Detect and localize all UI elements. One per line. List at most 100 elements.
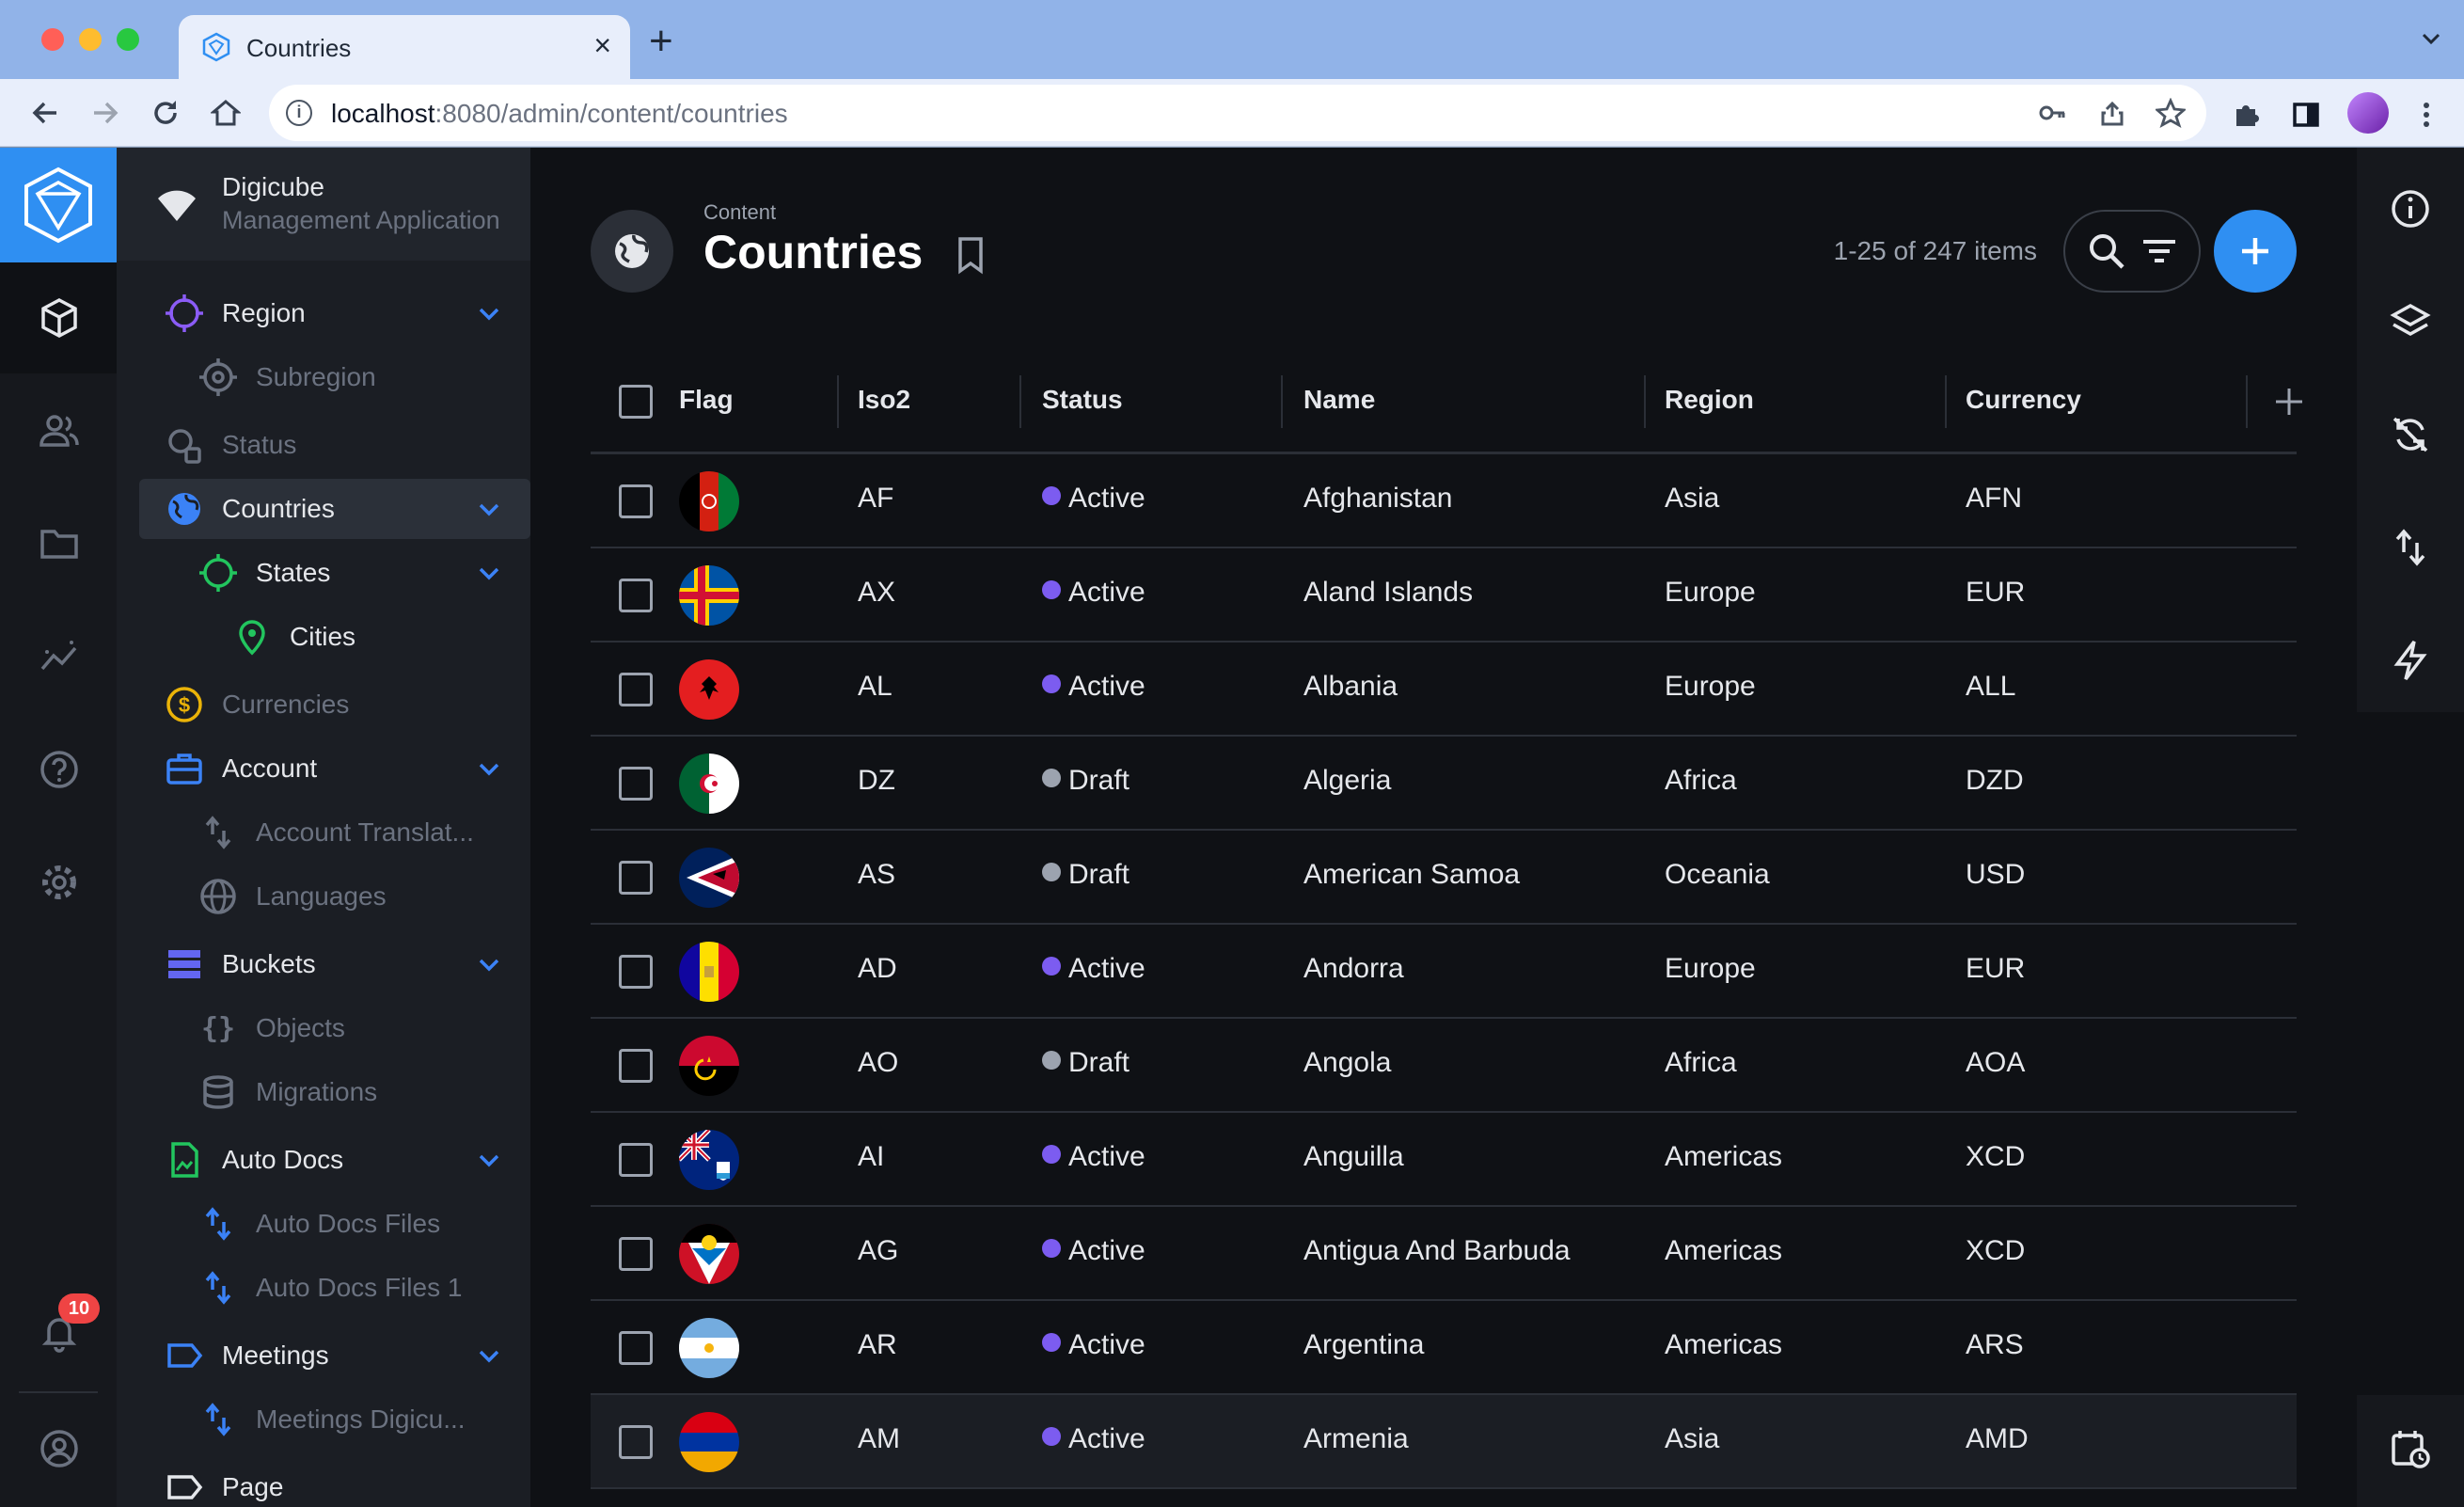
chevron-down-icon[interactable] [476,755,502,782]
column-divider[interactable] [1019,375,1021,428]
key-icon[interactable] [2037,98,2067,128]
content-cube-icon[interactable] [38,296,81,340]
import-export-icon[interactable] [2389,526,2432,569]
bookmark-icon[interactable] [952,234,989,276]
nav-item-countries[interactable]: Countries [164,479,502,539]
reload-button[interactable] [147,94,184,132]
nav-item-meetings-digicube[interactable]: Meetings Digicu... [197,1389,502,1450]
site-info-icon[interactable]: i [286,100,312,126]
nav-item-auto-docs-files[interactable]: Auto Docs Files [197,1194,502,1254]
nav-item-status[interactable]: Status [164,415,502,475]
search-icon[interactable] [2086,230,2127,272]
browser-tab[interactable]: Countries × [179,15,630,79]
column-divider[interactable] [837,375,839,428]
chevron-down-icon[interactable] [476,560,502,586]
table-row[interactable]: AS Draft American Samoa Oceania USD [591,831,2297,925]
column-header-flag[interactable]: Flag [679,385,734,415]
settings-gear-icon[interactable] [38,861,81,904]
column-header-name[interactable]: Name [1303,385,1375,415]
row-checkbox[interactable] [619,861,653,895]
table-row[interactable]: AD Active Andorra Europe EUR [591,925,2297,1019]
extensions-puzzle-icon[interactable] [2231,100,2261,130]
share-icon[interactable] [2097,98,2127,128]
sync-disabled-icon[interactable] [2389,413,2432,456]
nav-item-languages[interactable]: Languages [197,866,502,927]
row-checkbox[interactable] [619,1237,653,1271]
table-row[interactable]: AO Draft Angola Africa AOA [591,1019,2297,1113]
nav-item-auto-docs-files-1[interactable]: Auto Docs Files 1 [197,1258,502,1318]
row-checkbox[interactable] [619,1143,653,1177]
table-row[interactable]: AG Active Antigua And Barbuda Americas XCD [591,1207,2297,1301]
create-item-button[interactable] [2214,210,2297,293]
address-bar[interactable]: i localhost:8080/admin/content/countries [269,85,2206,141]
table-row[interactable]: AR Active Argentina Americas ARS [591,1301,2297,1395]
nav-item-objects[interactable]: {} Objects [197,998,502,1058]
column-header-currency[interactable]: Currency [1966,385,2081,415]
column-divider[interactable] [1945,375,1947,428]
users-icon[interactable] [38,409,81,452]
nav-item-page[interactable]: Page [164,1457,502,1507]
chevron-down-icon[interactable] [476,300,502,326]
column-divider[interactable] [1281,375,1283,428]
row-checkbox[interactable] [619,1331,653,1365]
forward-button[interactable] [87,94,124,132]
calendar-clock-icon[interactable] [2389,1427,2432,1470]
help-icon[interactable] [38,748,81,791]
folder-icon[interactable] [38,522,81,565]
table-row[interactable]: AM Active Armenia Asia AMD [591,1395,2297,1489]
breadcrumb[interactable]: Content [703,200,776,225]
side-panel-icon[interactable] [2291,100,2321,130]
window-zoom-button[interactable] [117,28,139,51]
column-header-iso2[interactable]: Iso2 [858,385,910,415]
browser-menu-icon[interactable] [2415,100,2438,130]
nav-item-buckets[interactable]: Buckets [164,934,502,994]
row-checkbox[interactable] [619,767,653,801]
nav-item-migrations[interactable]: Migrations [197,1062,502,1122]
layers-icon[interactable] [2389,300,2432,343]
back-button[interactable] [26,94,64,132]
select-all-checkbox[interactable] [619,385,653,419]
address-url[interactable]: localhost:8080/admin/content/countries [331,99,788,129]
insights-icon[interactable] [38,635,81,678]
nav-item-account-translations[interactable]: Account Translat... [197,802,502,863]
column-divider[interactable] [2246,375,2248,428]
table-row[interactable]: DZ Draft Algeria Africa DZD [591,737,2297,831]
window-close-button[interactable] [41,28,64,51]
nav-item-cities[interactable]: Cities [231,607,502,667]
nav-item-meetings[interactable]: Meetings [164,1325,502,1386]
row-checkbox[interactable] [619,673,653,706]
nav-item-account[interactable]: Account [164,738,502,799]
nav-item-auto-docs[interactable]: Auto Docs [164,1130,502,1190]
tab-close-icon[interactable]: × [593,28,611,63]
tab-search-chevron-icon[interactable] [2421,28,2441,49]
table-row[interactable]: AF Active Afghanistan Asia AFN [591,454,2297,548]
nav-item-subregion[interactable]: Subregion [197,347,502,407]
row-checkbox[interactable] [619,1425,653,1459]
user-account-icon[interactable] [38,1427,81,1470]
add-column-icon[interactable] [2270,383,2308,420]
table-row[interactable]: AL Active Albania Europe ALL [591,642,2297,737]
home-button[interactable] [207,94,245,132]
filter-icon[interactable] [2139,230,2180,272]
nav-item-region[interactable]: Region [164,283,502,343]
table-row[interactable]: AX Active Aland Islands Europe EUR [591,548,2297,642]
chevron-down-icon[interactable] [476,1147,502,1173]
bookmark-star-icon[interactable] [2156,98,2186,128]
chevron-down-icon[interactable] [476,1342,502,1369]
row-checkbox[interactable] [619,484,653,518]
window-minimize-button[interactable] [79,28,102,51]
column-header-region[interactable]: Region [1665,385,1754,415]
table-row[interactable]: AI Active Anguilla Americas XCD [591,1113,2297,1207]
info-icon[interactable] [2389,187,2432,230]
chevron-down-icon[interactable] [476,951,502,977]
nav-item-states[interactable]: States [197,543,502,603]
flash-icon[interactable] [2389,639,2432,682]
nav-item-currencies[interactable]: $ Currencies [164,674,502,735]
column-divider[interactable] [1644,375,1646,428]
row-checkbox[interactable] [619,1049,653,1083]
browser-profile-avatar[interactable] [2347,92,2389,134]
new-tab-button[interactable]: + [649,21,673,62]
app-logo[interactable] [0,148,117,262]
row-checkbox[interactable] [619,955,653,989]
chevron-down-icon[interactable] [476,496,502,522]
